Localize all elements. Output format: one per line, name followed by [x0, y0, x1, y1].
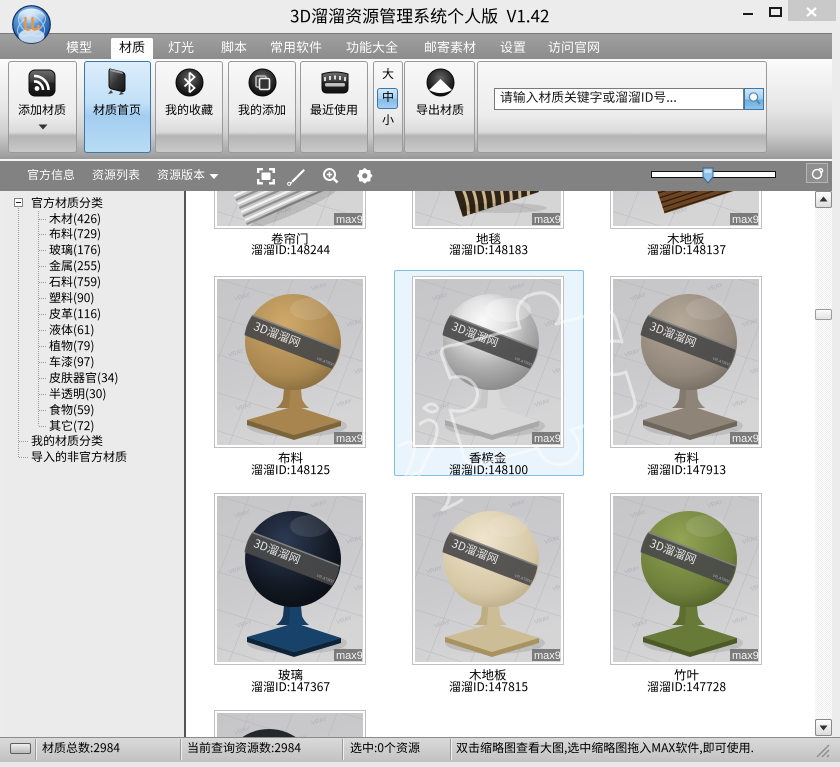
svg-text:max9: max9 [534, 650, 561, 662]
svg-text:max9: max9 [336, 214, 363, 226]
svg-text:max9: max9 [336, 433, 363, 445]
svg-text:max9: max9 [732, 650, 759, 662]
svg-text:max9: max9 [732, 214, 759, 226]
svg-text:max9: max9 [534, 214, 561, 226]
svg-text:max9: max9 [534, 433, 561, 445]
svg-text:max9: max9 [732, 433, 759, 445]
svg-text:max9: max9 [336, 650, 363, 662]
